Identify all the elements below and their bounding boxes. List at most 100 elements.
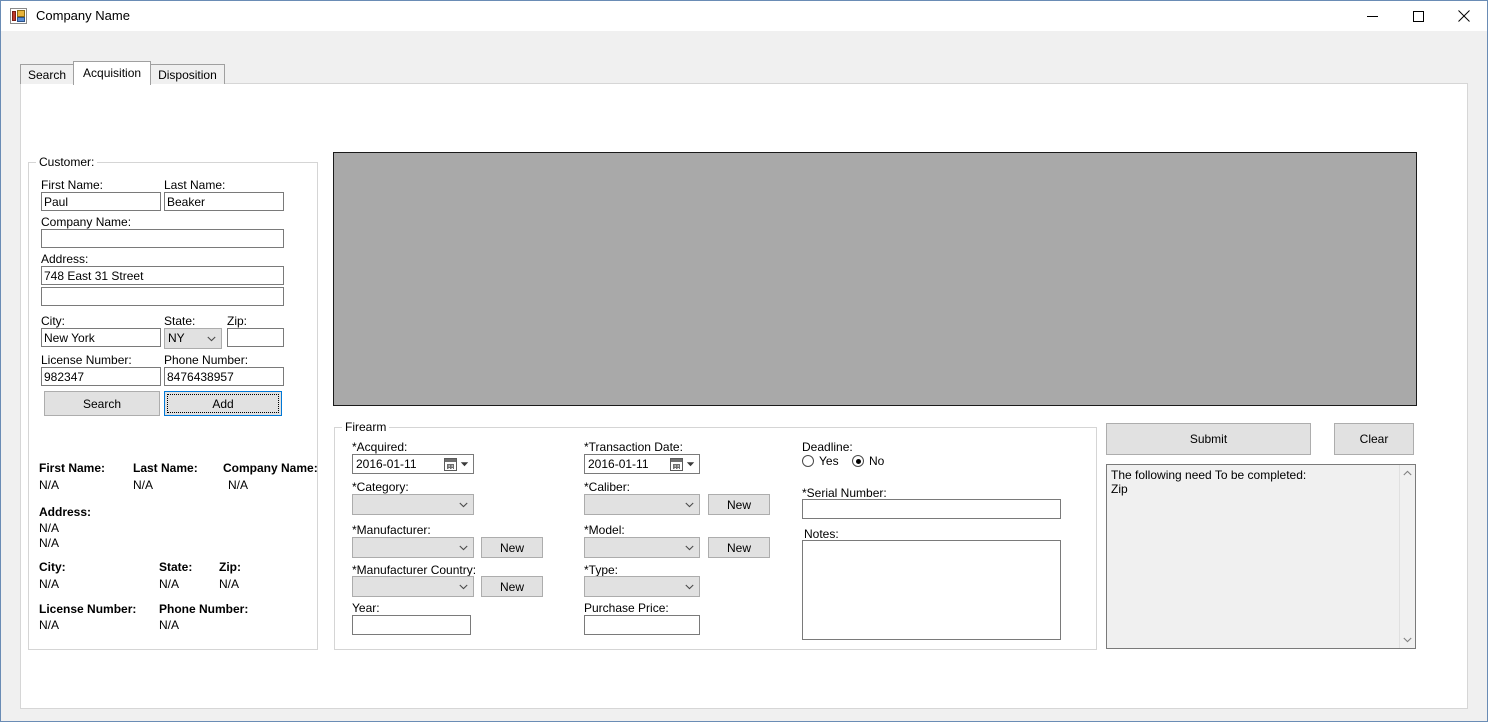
deadline-no-label: No — [869, 454, 885, 468]
address-line1-input[interactable]: 748 East 31 Street — [41, 266, 284, 285]
manufacturer-country-new-button[interactable]: New — [481, 576, 543, 597]
license-number-label: License Number: — [41, 353, 132, 367]
calendar-icon — [444, 458, 457, 471]
clear-button[interactable]: Clear — [1334, 423, 1414, 455]
zip-input[interactable] — [227, 328, 284, 347]
license-number-input[interactable]: 982347 — [41, 367, 161, 386]
state-label: State: — [164, 314, 196, 328]
zip-label: Zip: — [227, 314, 248, 328]
title-bar: Company Name — [1, 1, 1487, 31]
company-name-label: Company Name: — [41, 215, 132, 229]
summary-state-value: N/A — [159, 577, 180, 591]
deadline-radio-no[interactable]: No — [852, 454, 884, 468]
close-button[interactable] — [1441, 1, 1487, 31]
year-input[interactable] — [352, 615, 471, 635]
scroll-down-button[interactable] — [1400, 632, 1415, 648]
focus-ring — [167, 394, 279, 413]
firearm-image-placeholder[interactable] — [333, 152, 1417, 406]
chevron-down-icon — [685, 584, 694, 589]
acquired-date-value: 2016-01-11 — [356, 457, 417, 471]
caliber-select[interactable] — [584, 494, 700, 515]
tab-page-acquisition: Customer: First Name: Last Name: Paul Be… — [20, 83, 1468, 709]
transaction-date-picker[interactable]: 2016-01-11 — [584, 454, 700, 474]
summary-phone-number-value: N/A — [159, 618, 180, 632]
summary-license-number-label: License Number: — [39, 602, 137, 616]
caliber-label: *Caliber: — [584, 480, 631, 494]
address-line2-input[interactable] — [41, 287, 284, 306]
transaction-date-label: *Transaction Date: — [584, 440, 683, 454]
purchase-price-input[interactable] — [584, 615, 700, 635]
model-new-button[interactable]: New — [708, 537, 770, 558]
type-select[interactable] — [584, 576, 700, 597]
winforms-app-icon — [10, 8, 27, 24]
tab-disposition[interactable]: Disposition — [150, 64, 225, 84]
summary-license-number-value: N/A — [39, 618, 60, 632]
summary-company-name-value: N/A — [228, 478, 249, 492]
category-label: *Category: — [352, 480, 409, 494]
application-window: Company Name Search Acquisition Disposit… — [0, 0, 1488, 722]
message-list-scrollbar[interactable] — [1399, 465, 1415, 648]
chevron-down-icon — [460, 462, 469, 467]
validation-message-list[interactable]: The following need To be completed: Zip — [1106, 464, 1416, 649]
last-name-input[interactable]: Beaker — [164, 192, 284, 211]
manufacturer-country-label: *Manufacturer Country: — [352, 563, 477, 577]
manufacturer-new-button[interactable]: New — [481, 537, 543, 558]
tab-acquisition[interactable]: Acquisition — [73, 61, 152, 85]
maximize-icon — [1412, 10, 1424, 22]
tab-search[interactable]: Search — [20, 64, 75, 84]
chevron-up-icon — [1403, 470, 1412, 476]
summary-address-label: Address: — [39, 505, 92, 519]
chevron-down-icon — [207, 336, 216, 341]
company-name-input[interactable] — [41, 229, 284, 248]
submit-button[interactable]: Submit — [1106, 423, 1311, 455]
client-area: Search Acquisition Disposition Customer:… — [2, 31, 1486, 721]
deadline-radio-yes[interactable]: Yes — [802, 454, 839, 468]
minimize-icon — [1366, 15, 1378, 17]
customer-add-button[interactable]: Add — [164, 391, 282, 416]
minimize-button[interactable] — [1349, 1, 1395, 31]
maximize-button[interactable] — [1395, 1, 1441, 31]
manufacturer-label: *Manufacturer: — [352, 523, 431, 537]
deadline-yes-label: Yes — [819, 454, 839, 468]
manufacturer-country-select[interactable] — [352, 576, 474, 597]
customer-search-button[interactable]: Search — [44, 391, 160, 416]
summary-address-line2-value: N/A — [39, 536, 60, 550]
summary-last-name-label: Last Name: — [133, 461, 198, 475]
calendar-icon — [670, 458, 683, 471]
serial-number-label: *Serial Number: — [802, 486, 887, 500]
summary-last-name-value: N/A — [133, 478, 154, 492]
manufacturer-select[interactable] — [352, 537, 474, 558]
phone-number-label: Phone Number: — [164, 353, 249, 367]
category-select[interactable] — [352, 494, 474, 515]
model-select[interactable] — [584, 537, 700, 558]
summary-state-label: State: — [159, 560, 193, 574]
chevron-down-icon — [685, 502, 694, 507]
chevron-down-icon — [459, 584, 468, 589]
window-title: Company Name — [36, 8, 130, 23]
notes-textarea[interactable] — [802, 540, 1061, 640]
serial-number-input[interactable] — [802, 499, 1061, 519]
caliber-new-button[interactable]: New — [708, 494, 770, 515]
notes-label: Notes: — [804, 527, 839, 541]
tab-strip: Search Acquisition Disposition — [20, 61, 225, 85]
summary-phone-number-label: Phone Number: — [159, 602, 249, 616]
purchase-price-label: Purchase Price: — [584, 601, 669, 615]
window-controls — [1349, 1, 1487, 31]
state-select[interactable]: NY — [164, 328, 222, 349]
summary-first-name-label: First Name: — [39, 461, 106, 475]
tab-control: Search Acquisition Disposition Customer:… — [20, 61, 1468, 709]
acquired-date-picker[interactable]: 2016-01-11 — [352, 454, 474, 474]
close-icon — [1458, 10, 1470, 22]
city-input[interactable]: New York — [41, 328, 161, 347]
summary-address-line1-value: N/A — [39, 521, 60, 535]
first-name-input[interactable]: Paul — [41, 192, 161, 211]
phone-number-input[interactable]: 8476438957 — [164, 367, 284, 386]
summary-first-name-value: N/A — [39, 478, 60, 492]
first-name-label: First Name: — [41, 178, 104, 192]
chevron-down-icon — [1403, 637, 1412, 643]
deadline-label: Deadline: — [802, 440, 853, 454]
transaction-date-value: 2016-01-11 — [588, 457, 649, 471]
state-select-value: NY — [168, 331, 185, 345]
scroll-up-button[interactable] — [1400, 465, 1415, 481]
acquired-label: *Acquired: — [352, 440, 408, 454]
